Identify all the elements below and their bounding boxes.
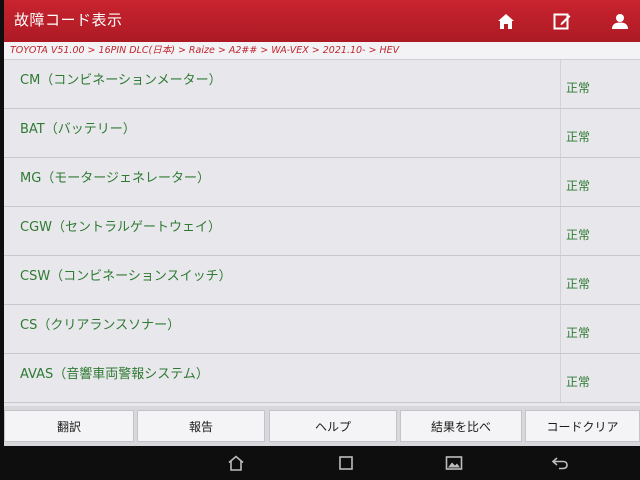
translate-button[interactable]: 翻訳	[4, 410, 134, 442]
list-item[interactable]: AVAS（音響車両警報システム） 正常	[4, 354, 640, 403]
status-text: 正常	[566, 130, 591, 144]
column-divider	[560, 207, 561, 255]
system-name: AVAS（音響車両警報システム）	[20, 367, 209, 382]
page-title: 故障コード表示	[14, 11, 123, 29]
system-name: MG（モータージェネレーター）	[20, 171, 211, 186]
status-text: 正常	[566, 228, 591, 242]
compare-results-button[interactable]: 結果を比べ	[400, 410, 522, 442]
column-divider	[560, 305, 561, 353]
list-item[interactable]: CSW（コンビネーションスイッチ） 正常	[4, 256, 640, 305]
status-text: 正常	[566, 277, 591, 291]
android-nav-bar	[0, 446, 640, 480]
column-divider	[560, 109, 561, 157]
column-divider	[560, 256, 561, 304]
system-name: CGW（セントラルゲートウェイ）	[20, 220, 222, 235]
recents-icon[interactable]	[332, 450, 360, 476]
bottom-toolbar: 翻訳 報告 ヘルプ 結果を比べ コードクリア	[4, 406, 640, 446]
back-icon[interactable]	[546, 450, 574, 476]
column-divider	[560, 60, 561, 108]
status-text: 正常	[566, 375, 591, 389]
status-text: 正常	[566, 179, 591, 193]
list-item[interactable]: CS（クリアランスソナー） 正常	[4, 305, 640, 354]
edit-report-icon[interactable]	[542, 0, 582, 42]
home-icon[interactable]	[486, 0, 526, 42]
list-item[interactable]: CM（コンビネーションメーター） 正常	[4, 60, 640, 109]
report-button[interactable]: 報告	[137, 410, 265, 442]
screenshot-icon[interactable]	[440, 450, 468, 476]
column-divider	[560, 354, 561, 402]
header-bar: 故障コード表示	[4, 0, 640, 42]
system-name: BAT（バッテリー）	[20, 122, 136, 137]
help-button[interactable]: ヘルプ	[269, 410, 397, 442]
system-name: CSW（コンビネーションスイッチ）	[20, 269, 232, 284]
android-home-icon[interactable]	[222, 450, 250, 476]
breadcrumb: TOYOTA V51.00 > 16PIN DLC(日本) > Raize > …	[4, 42, 640, 60]
system-name: CS（クリアランスソナー）	[20, 318, 181, 333]
list-item[interactable]: BAT（バッテリー） 正常	[4, 109, 640, 158]
user-icon[interactable]	[600, 0, 640, 42]
app-screen: 故障コード表示 TOYOTA V51.00 > 16PIN DLC(日本) > …	[4, 0, 640, 446]
column-divider	[560, 158, 561, 206]
list-item[interactable]: CGW（セントラルゲートウェイ） 正常	[4, 207, 640, 256]
status-text: 正常	[566, 326, 591, 340]
system-name: CM（コンビネーションメーター）	[20, 73, 222, 88]
clear-codes-button[interactable]: コードクリア	[525, 410, 640, 442]
system-list: CM（コンビネーションメーター） 正常 BAT（バッテリー） 正常 MG（モータ…	[4, 60, 640, 406]
status-text: 正常	[566, 81, 591, 95]
list-item[interactable]: MG（モータージェネレーター） 正常	[4, 158, 640, 207]
